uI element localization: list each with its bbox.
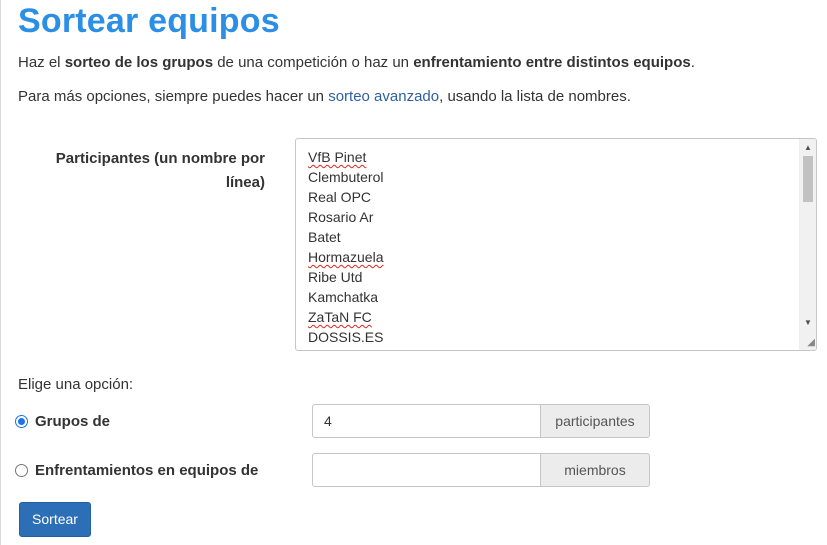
- participant-line: Hormazuela: [308, 247, 383, 267]
- matchups-addon: miembros: [540, 453, 650, 487]
- participant-name: DOSSIS.ES: [308, 329, 384, 345]
- participant-name: Clembuterol: [308, 169, 384, 185]
- matchups-radio[interactable]: [15, 464, 28, 477]
- choose-option-label: Elige una opción:: [18, 376, 134, 393]
- more-options-text: Para más opciones, siempre puedes hacer …: [18, 88, 631, 105]
- resize-grip-icon[interactable]: ◢: [803, 337, 815, 349]
- participant-name: VfB Pinet: [308, 149, 367, 165]
- intro-bold2: enfrentamiento entre distintos equipos: [413, 54, 691, 71]
- draw-button[interactable]: Sortear: [19, 502, 91, 537]
- advanced-draw-link[interactable]: sorteo avanzado: [328, 88, 439, 105]
- groups-size-input[interactable]: 4: [312, 404, 540, 438]
- groups-radio[interactable]: [15, 415, 28, 428]
- team-size-input[interactable]: [312, 453, 540, 487]
- participants-label: Participantes (un nombre por línea): [35, 147, 265, 195]
- participant-line: Real OPC: [308, 187, 383, 207]
- participant-name: Hormazuela: [308, 249, 384, 265]
- participants-label-line2: línea): [225, 174, 265, 191]
- intro-text: Haz el sorteo de los grupos de una compe…: [18, 54, 695, 71]
- participant-line: ZaTaN FC: [308, 307, 383, 327]
- participant-name: Kamchatka: [308, 289, 379, 305]
- groups-label: Grupos de: [35, 413, 111, 430]
- participant-name: ZaTaN FC: [308, 309, 372, 325]
- intro-part1: Haz el: [18, 54, 65, 71]
- participant-line: Ribe Utd: [308, 267, 383, 287]
- matchups-input-group: miembros: [312, 453, 650, 487]
- intro-part2: de una competición o haz un: [213, 54, 414, 71]
- intro-bold1: sorteo de los grupos: [64, 54, 214, 71]
- groups-input-group: 4 participantes: [312, 404, 650, 438]
- scroll-down-arrow-icon[interactable]: ▼: [800, 316, 816, 330]
- participants-list: VfB Pinet Clembuterol Real OPC Rosario A…: [308, 147, 383, 347]
- participant-name: Batet: [308, 229, 341, 245]
- page: Sortear equipos Haz el sorteo de los gru…: [0, 0, 827, 545]
- groups-addon: participantes: [540, 404, 650, 438]
- participant-line: Kamchatka: [308, 287, 383, 307]
- participants-textarea[interactable]: VfB Pinet Clembuterol Real OPC Rosario A…: [295, 138, 817, 351]
- matchups-label: Enfrentamientos en equipos de: [35, 462, 259, 479]
- page-title: Sortear equipos: [18, 2, 280, 40]
- participant-name: Rosario Ar: [308, 209, 374, 225]
- participants-label-line1: Participantes (un nombre por: [55, 150, 265, 167]
- intro-part3: .: [690, 54, 695, 71]
- scroll-thumb[interactable]: [803, 156, 813, 202]
- participant-line: Rosario Ar: [308, 207, 383, 227]
- participant-line: DOSSIS.ES: [308, 327, 383, 347]
- participant-name: Ribe Utd: [308, 269, 363, 285]
- participant-line: Clembuterol: [308, 167, 383, 187]
- participant-line: Batet: [308, 227, 383, 247]
- more-before: Para más opciones, siempre puedes hacer …: [18, 88, 329, 105]
- participant-name: Real OPC: [308, 189, 372, 205]
- textarea-scrollbar[interactable]: ▲ ▼: [799, 139, 816, 350]
- participant-line: VfB Pinet: [308, 147, 383, 167]
- more-after: , usando la lista de nombres.: [439, 88, 631, 105]
- scroll-up-arrow-icon[interactable]: ▲: [800, 141, 816, 155]
